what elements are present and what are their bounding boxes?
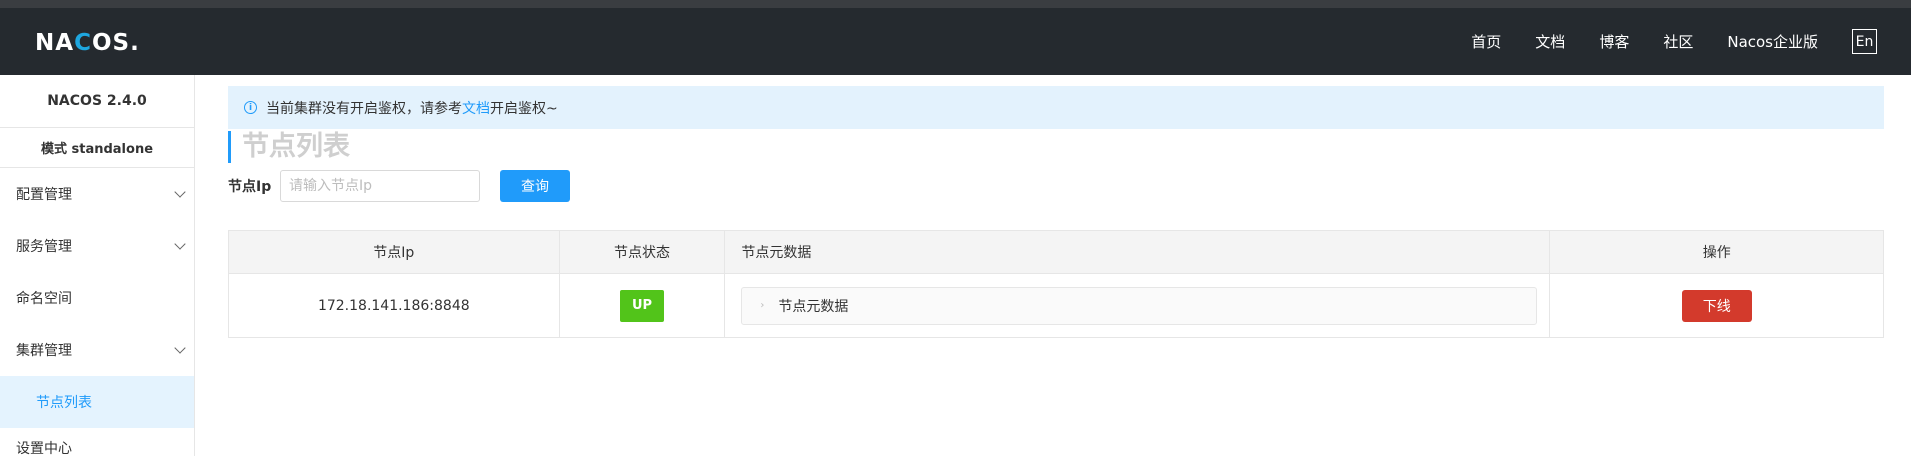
- metadata-collapse-panel[interactable]: › 节点元数据: [741, 286, 1538, 325]
- top-nav: 首页 文档 博客 社区 Nacos企业版 En: [1471, 8, 1911, 75]
- notice-text: 当前集群没有开启鉴权，请参考: [266, 100, 462, 117]
- search-label: 节点Ip: [228, 179, 272, 195]
- nav-home[interactable]: 首页: [1471, 31, 1501, 52]
- sidebar-item-config-management[interactable]: 配置管理: [0, 168, 194, 220]
- top-header: NACOS. 首页 文档 博客 社区 Nacos企业版 En: [0, 8, 1911, 75]
- sidebar-item-label: 命名空间: [16, 291, 72, 307]
- auth-notice: i 当前集群没有开启鉴权，请参考 文档 开启鉴权~: [228, 86, 1884, 129]
- query-button[interactable]: 查询: [500, 170, 570, 202]
- sidebar: NACOS 2.4.0 模式 standalone 配置管理 服务管理 命名空间…: [0, 75, 195, 456]
- offline-button[interactable]: 下线: [1681, 289, 1752, 322]
- nav-blog[interactable]: 博客: [1599, 31, 1629, 52]
- status-badge: UP: [619, 289, 664, 322]
- table-row: 172.18.141.186:8848 UP › 节点元数据 下线: [229, 274, 1883, 337]
- nav-community[interactable]: 社区: [1663, 31, 1693, 52]
- sidebar-item-label: 集群管理: [16, 343, 72, 359]
- metadata-label: 节点元数据: [778, 298, 849, 315]
- sidebar-item-namespace[interactable]: 命名空间: [0, 272, 194, 324]
- chevron-down-icon: [174, 342, 186, 354]
- notice-text-after: 开启鉴权~: [490, 100, 558, 117]
- info-icon: i: [244, 101, 257, 114]
- mode-label: 模式 standalone: [0, 128, 194, 168]
- nav-docs[interactable]: 文档: [1535, 31, 1565, 52]
- node-table: 节点Ip 节点状态 节点元数据 操作 172.18.141.186:8848 U…: [228, 230, 1884, 338]
- sidebar-subitem-node-list[interactable]: 节点列表: [0, 376, 194, 428]
- browser-top-strip: [0, 0, 1911, 8]
- cell-node-ip: 172.18.141.186:8848: [229, 274, 560, 337]
- cell-node-metadata: › 节点元数据: [725, 274, 1551, 337]
- search-row: 节点Ip 查询: [228, 169, 1884, 203]
- node-ip-search-input[interactable]: [280, 170, 480, 202]
- chevron-down-icon: [174, 186, 186, 198]
- main-content: i 当前集群没有开启鉴权，请参考 文档 开启鉴权~ 节点列表 节点Ip 查询 节…: [228, 86, 1884, 338]
- sidebar-item-label: 服务管理: [16, 239, 72, 255]
- page-title: 节点列表: [228, 131, 1884, 163]
- chevron-right-icon: ›: [760, 300, 765, 311]
- sidebar-item-service-management[interactable]: 服务管理: [0, 220, 194, 272]
- nav-enterprise[interactable]: Nacos企业版: [1727, 31, 1818, 52]
- notice-docs-link[interactable]: 文档: [462, 98, 490, 118]
- table-header: 节点Ip 节点状态 节点元数据 操作: [229, 231, 1883, 274]
- header-node-status: 节点状态: [560, 231, 726, 273]
- header-node-ip: 节点Ip: [229, 231, 560, 273]
- sidebar-item-label: 配置管理: [16, 187, 72, 203]
- cell-actions: 下线: [1550, 274, 1883, 337]
- sidebar-item-cluster-management[interactable]: 集群管理: [0, 324, 194, 376]
- language-switch-button[interactable]: En: [1852, 29, 1877, 54]
- chevron-down-icon: [174, 238, 186, 250]
- header-node-metadata: 节点元数据: [725, 231, 1551, 273]
- cell-node-status: UP: [560, 274, 726, 337]
- version-label: NACOS 2.4.0: [0, 75, 194, 128]
- nacos-logo[interactable]: NACOS.: [35, 30, 140, 56]
- header-actions: 操作: [1702, 245, 1731, 261]
- sidebar-item-settings[interactable]: 设置中心: [0, 428, 194, 456]
